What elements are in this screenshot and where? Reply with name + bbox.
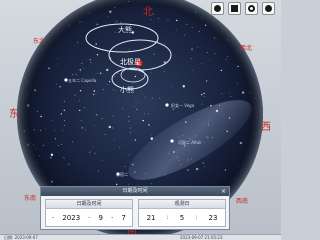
compass-west: 西 — [261, 122, 271, 133]
compass-southeast: 东南 — [24, 195, 37, 202]
toolbar — [211, 2, 275, 15]
time-separator: : — [166, 214, 169, 221]
time-header: 观测日 — [139, 200, 225, 209]
minute-field[interactable]: 5 — [180, 209, 184, 227]
status-bar: 日期: 2023-09-07 2023-09-07 21:05:23 — [0, 234, 281, 240]
date-group: 日期及时间 - 2023 - 9 - 7 — [45, 199, 133, 227]
status-left: 日期: 2023-09-07 — [4, 235, 38, 240]
record-icon[interactable] — [262, 2, 275, 15]
compass-northeast: 东北 — [33, 38, 46, 45]
date-separator: - — [88, 214, 91, 221]
star-label-altair: 河鼓二 Altair — [178, 140, 202, 145]
date-header: 日期及时间 — [46, 200, 132, 209]
status-right: 2023-09-07 21:05:23 — [180, 235, 223, 240]
big-dipper-label: 大熊 — [118, 26, 132, 34]
little-dipper-label: 小熊 — [120, 86, 134, 94]
second-field[interactable]: 23 — [209, 209, 218, 227]
year-field[interactable]: 2023 — [62, 209, 80, 227]
datetime-panel: 日期及时间 × 日期及时间 - 2023 - 9 - 7 观测日 21 : 5 … — [40, 186, 230, 230]
day-field[interactable]: 7 — [121, 209, 125, 227]
compass-east: 东 — [9, 109, 19, 120]
time-separator: : — [195, 214, 198, 221]
month-field[interactable]: 9 — [99, 209, 103, 227]
close-icon[interactable]: × — [220, 188, 227, 195]
polaris-label: 北极星 — [120, 58, 141, 66]
panel-title: 日期及时间 — [41, 187, 229, 196]
star-label-capella: 五车二 Capella — [68, 78, 97, 83]
hour-field[interactable]: 21 — [147, 209, 156, 227]
date-separator: - — [52, 214, 55, 221]
time-group: 观测日 21 : 5 : 23 — [138, 199, 226, 227]
date-separator: - — [111, 214, 114, 221]
star-label-lower: 心宿二 — [116, 172, 128, 177]
planetarium-window: 北 南 东 西 东北 西北 东南 西南 大熊 北极星 小熊 五车二 Capell… — [0, 0, 281, 240]
camera-icon[interactable] — [211, 2, 224, 15]
compass-southwest: 西南 — [236, 198, 249, 205]
target-icon[interactable] — [245, 2, 258, 15]
square-icon[interactable] — [228, 2, 241, 15]
star-label-vega: 织女一 Vega — [171, 103, 195, 108]
compass-northwest: 西北 — [240, 45, 253, 52]
compass-north: 北 — [143, 7, 153, 18]
